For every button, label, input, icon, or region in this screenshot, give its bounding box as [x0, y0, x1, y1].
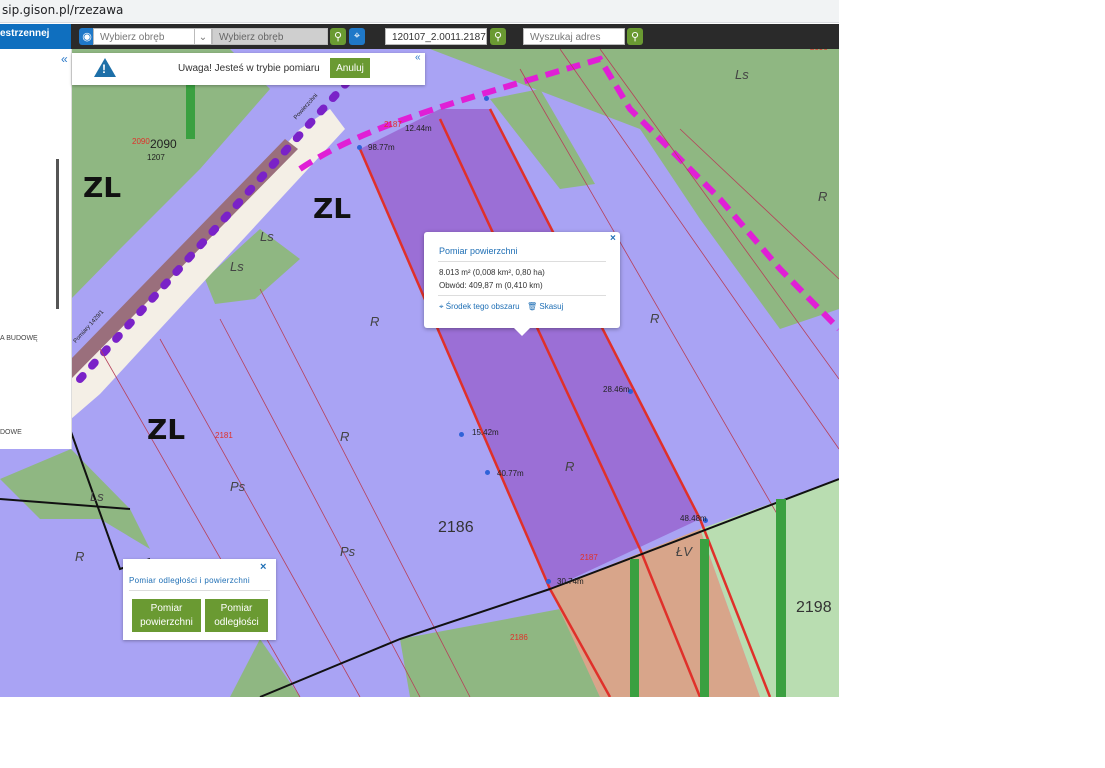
search-icon[interactable]: ⚲	[330, 28, 346, 45]
parcel-label: 2181	[215, 431, 233, 440]
trash-icon: 🗑	[527, 302, 540, 311]
land-use-code: Ps	[230, 479, 246, 494]
land-use-code: R	[75, 549, 85, 564]
parcel-label: 2090	[150, 137, 177, 151]
vertex-marker[interactable]	[546, 579, 551, 584]
close-icon[interactable]: ×	[610, 233, 616, 244]
area-measurement-popup: × Pomiar powierzchni 8.013 m² (0,008 km²…	[424, 232, 620, 336]
obreb-select-2[interactable]: Wybierz obręb	[212, 28, 328, 45]
measure-panel: × Pomiar odległości i powierzchni Pomiar…	[123, 559, 276, 640]
green-stripe-2	[700, 539, 709, 697]
green-stripe-3	[630, 559, 639, 697]
distance-measure-button[interactable]: Pomiar odległości	[205, 599, 268, 632]
measure-icon[interactable]: ⌖	[349, 28, 365, 45]
land-use-code: ŁV	[676, 544, 692, 559]
zoning-label: ZL	[313, 192, 352, 225]
green-stripe-1	[776, 499, 786, 697]
segment-length: 12.44m	[405, 124, 432, 133]
segment-length: 30.74m	[557, 577, 584, 586]
segment-length: 48.48m	[680, 514, 707, 523]
crosshair-icon: ⌖	[439, 302, 446, 311]
warning-icon: !	[94, 58, 116, 77]
parcel-search-input[interactable]: 120107_2.0011.2187 Rze	[385, 28, 487, 60]
parcel-label: 1207	[147, 153, 165, 162]
side-panel: « A BUDOWĘ DOWE	[0, 49, 72, 449]
land-use-code: Ls	[230, 259, 244, 274]
land-use-code: Ls	[735, 67, 749, 82]
delete-link[interactable]: 🗑 Skasuj	[527, 302, 563, 311]
parcel-label: 2186	[510, 633, 528, 642]
url-text[interactable]: sip.gison.pl/rzezawa	[2, 3, 123, 17]
zone-green-sw	[230, 639, 300, 697]
scrollbar[interactable]	[56, 159, 59, 309]
land-use-code: R	[650, 311, 660, 326]
vertex-marker[interactable]	[485, 470, 490, 475]
parcel-label: 2187	[580, 553, 598, 562]
land-use-code: Ps	[340, 544, 356, 559]
vertex-marker[interactable]	[459, 432, 464, 437]
segment-length: 28.46m	[603, 385, 630, 394]
land-use-code: R	[818, 189, 828, 204]
zoning-label: ZL	[83, 171, 122, 204]
vertex-marker[interactable]	[357, 145, 362, 150]
area-measure-button[interactable]: Pomiar powierzchni	[132, 599, 201, 632]
measure-mode-warning: ! Uwaga! Jesteś w trybie pomiaru Anuluj …	[72, 52, 425, 85]
browser-url-bar[interactable]: sip.gison.pl/rzezawa	[0, 0, 839, 23]
green-stripe-4	[186, 79, 195, 139]
cancel-button[interactable]: Anuluj	[330, 58, 370, 78]
parcel-label: 2198	[796, 599, 832, 616]
vertex-marker[interactable]	[484, 96, 489, 101]
zoning-label: ZL	[147, 413, 186, 446]
land-use-code: Ls	[90, 489, 104, 504]
segment-length: 15.42m	[472, 428, 499, 437]
collapse-panel-button[interactable]: «	[61, 52, 68, 66]
warning-text: Uwaga! Jesteś w trybie pomiaru	[178, 63, 320, 74]
popup-title: Pomiar powierzchni	[439, 246, 518, 256]
land-use-code: R	[340, 429, 350, 444]
collapse-warning-button[interactable]: «	[415, 52, 421, 63]
zone-green-w	[0, 449, 150, 549]
address-search-icon[interactable]: ⚲	[627, 28, 643, 45]
layer-item[interactable]: A BUDOWĘ	[0, 335, 38, 342]
perimeter-value: Obwód: 409,87 m (0,410 km)	[439, 281, 543, 290]
chevron-down-icon[interactable]: ⌄	[194, 28, 212, 45]
layer-item[interactable]: DOWE	[0, 429, 22, 436]
map-toolbar: estrzennej ◉ Wybierz obręb ⌄ Wybierz obr…	[0, 24, 839, 60]
divider	[129, 590, 270, 591]
section-tab[interactable]: estrzennej	[0, 24, 71, 49]
parcel-label: 2187	[384, 120, 402, 129]
parcel-label: 2090	[132, 137, 150, 146]
parcel-label: 2186	[438, 519, 474, 536]
address-search-input[interactable]: Wyszukaj adres	[523, 28, 625, 45]
center-area-link[interactable]: ⌖ Środek tego obszaru	[439, 302, 520, 312]
selected-parcel-fill	[360, 109, 700, 589]
measure-panel-title: Pomiar odległości i powierzchni	[129, 576, 250, 585]
segment-length: 98.77m	[368, 143, 395, 152]
close-icon[interactable]: ×	[260, 561, 266, 573]
segment-length: 40.77m	[497, 469, 524, 478]
parcel-label: 2090	[810, 49, 828, 52]
divider	[438, 261, 606, 262]
parcel-search-icon[interactable]: ⚲	[490, 28, 506, 45]
land-use-code: R	[565, 459, 575, 474]
area-value: 8.013 m² (0,008 km², 0,80 ha)	[439, 268, 545, 277]
divider	[438, 295, 606, 296]
land-use-code: Ls	[260, 229, 274, 244]
land-use-code: R	[370, 314, 380, 329]
